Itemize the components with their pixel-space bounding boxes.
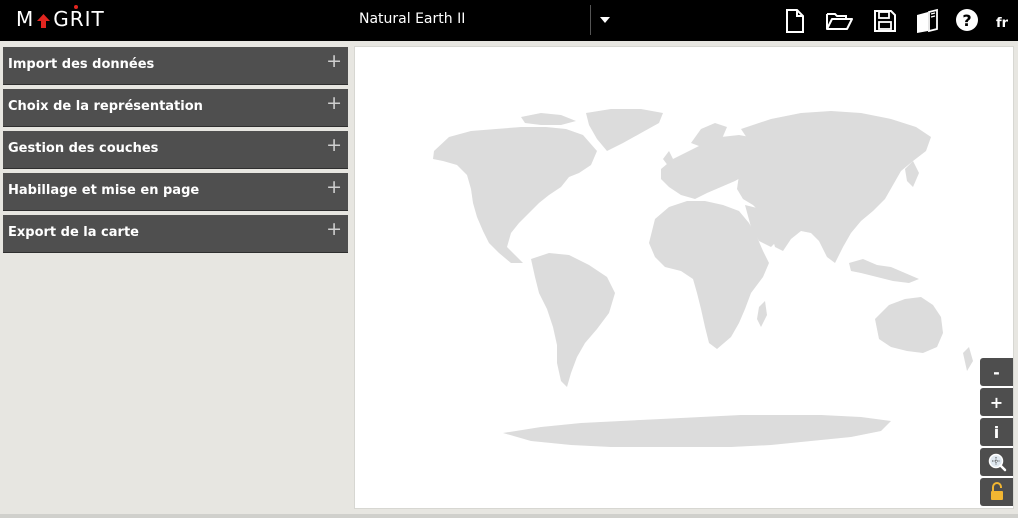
- open-folder-icon[interactable]: [825, 8, 853, 34]
- lock-button[interactable]: [980, 478, 1013, 506]
- landmass-indonesia: [849, 259, 919, 283]
- menu-item-layout[interactable]: Habillage et mise en page +: [3, 173, 348, 211]
- expand-icon[interactable]: +: [326, 52, 342, 71]
- landmass-greenland: [586, 109, 663, 151]
- landmass-new-zealand: [963, 347, 973, 371]
- menu-item-label: Export de la carte: [8, 225, 139, 240]
- save-icon[interactable]: [872, 8, 898, 34]
- landmass-arctic-islands: [521, 113, 576, 125]
- side-menu: Import des données + Choix de la représe…: [3, 47, 348, 257]
- svg-text:?: ?: [962, 11, 971, 30]
- landmass-antarctica: [503, 415, 891, 447]
- menu-item-export[interactable]: Export de la carte +: [3, 215, 348, 253]
- world-map[interactable]: [355, 47, 1014, 509]
- bottom-border: [0, 514, 1018, 518]
- logo-text-left: M: [16, 7, 35, 31]
- magnifier-icon: [988, 453, 1006, 472]
- book-icon[interactable]: [914, 8, 940, 34]
- landmass-madagascar: [757, 301, 767, 327]
- landmass-south-america: [531, 253, 615, 387]
- landmass-north-america: [433, 127, 597, 263]
- menu-item-import[interactable]: Import des données +: [3, 47, 348, 85]
- zoom-extent-button[interactable]: [980, 448, 1013, 476]
- projection-select[interactable]: Natural Earth II: [354, 4, 614, 36]
- landmass-australia: [875, 297, 943, 353]
- top-bar: M GRIT Natural Earth II ? fr: [0, 0, 1018, 41]
- expand-icon[interactable]: +: [326, 94, 342, 113]
- expand-icon[interactable]: +: [326, 220, 342, 239]
- menu-item-label: Choix de la représentation: [8, 99, 203, 114]
- menu-item-label: Import des données: [8, 57, 155, 72]
- logo-mark: [35, 11, 52, 28]
- projection-name: Natural Earth II: [359, 11, 466, 27]
- zoom-in-button[interactable]: +: [980, 388, 1013, 416]
- app-logo: M GRIT: [16, 5, 105, 33]
- menu-item-label: Gestion des couches: [8, 141, 159, 156]
- projection-separator: [590, 5, 591, 35]
- expand-icon[interactable]: +: [326, 136, 342, 155]
- menu-item-layers[interactable]: Gestion des couches +: [3, 131, 348, 169]
- help-icon[interactable]: ?: [955, 8, 981, 34]
- new-file-icon[interactable]: [782, 8, 808, 34]
- menu-item-representation[interactable]: Choix de la représentation +: [3, 89, 348, 127]
- logo-text-right-wrap: GRIT: [53, 5, 105, 31]
- map-canvas[interactable]: [354, 46, 1014, 509]
- chevron-down-icon[interactable]: [600, 17, 610, 23]
- logo-text-right: GRIT: [53, 7, 105, 31]
- info-button[interactable]: i: [980, 418, 1013, 446]
- expand-icon[interactable]: +: [326, 178, 342, 197]
- zoom-out-button[interactable]: -: [980, 358, 1013, 386]
- menu-item-label: Habillage et mise en page: [8, 183, 200, 198]
- language-switch[interactable]: fr: [996, 16, 1008, 31]
- land-masses: [433, 109, 973, 447]
- lock-icon: [990, 482, 1003, 500]
